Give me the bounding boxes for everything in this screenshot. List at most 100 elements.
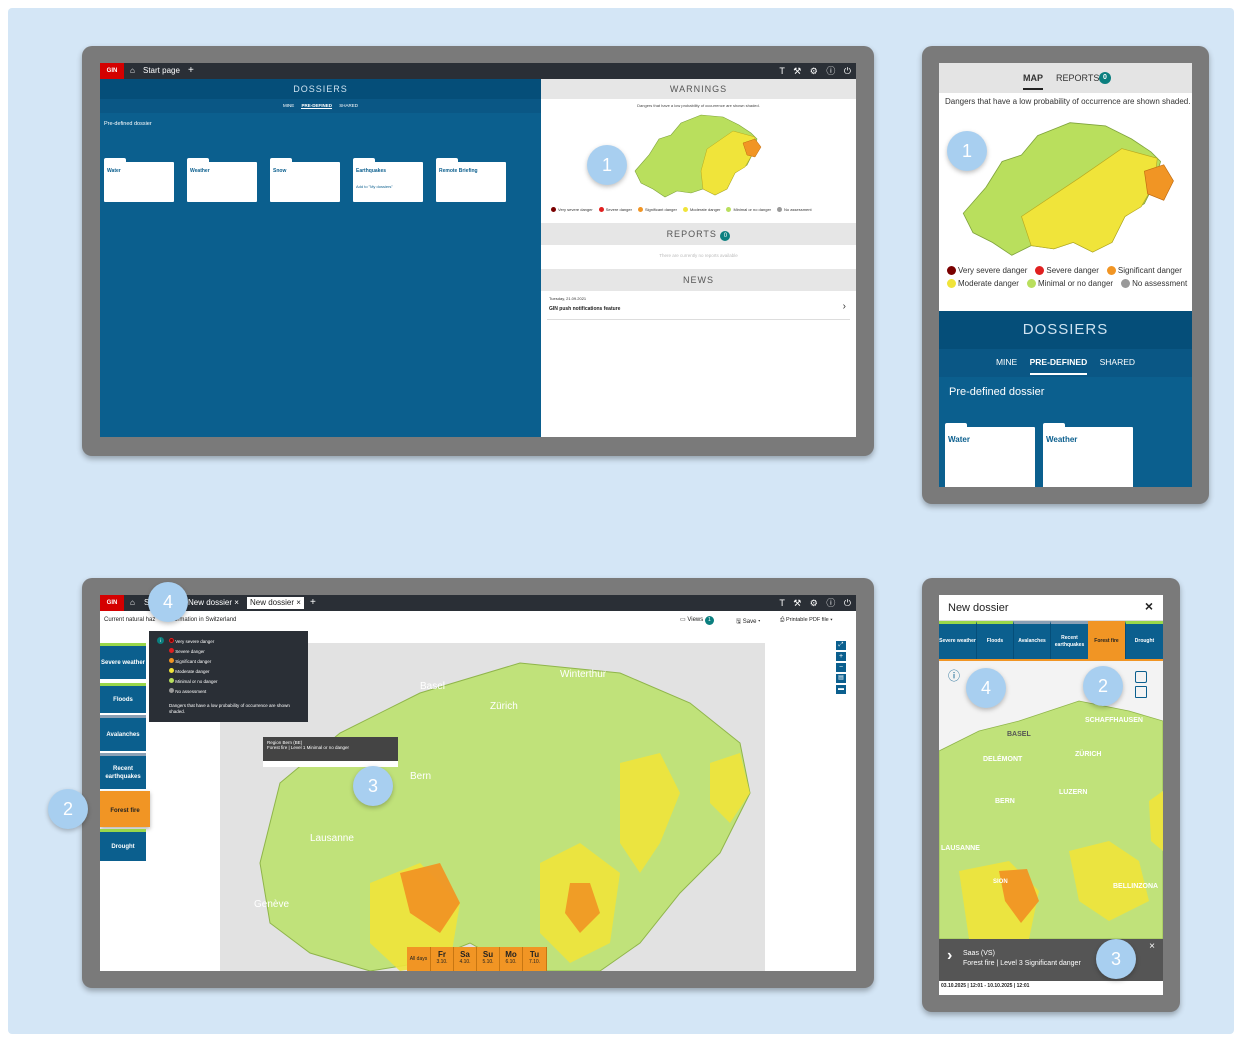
fullscreen-icon[interactable]: ⤢: [836, 641, 846, 650]
warnings-map[interactable]: [631, 109, 771, 203]
folder-label: Snow: [273, 168, 287, 174]
city-label: Zürich: [490, 701, 518, 712]
day-button[interactable]: Sa 4.10.: [454, 947, 477, 971]
callout-marker: 1: [587, 145, 627, 185]
warnings-map[interactable]: [955, 113, 1185, 265]
city-label: BASEL: [1007, 731, 1031, 738]
dossiers-panel: DOSSIERS MINE PRE-DEFINED SHARED Pre-def…: [100, 79, 541, 437]
city-label: ZÜRICH: [1075, 751, 1102, 758]
folder-snow[interactable]: Snow: [270, 158, 340, 202]
folder-water[interactable]: Water: [945, 423, 1035, 487]
locate-icon[interactable]: [1135, 671, 1147, 683]
category-severe-weather[interactable]: Severe weather: [100, 643, 146, 679]
folder-weather[interactable]: Weather: [187, 158, 257, 202]
tab-reports[interactable]: REPORTS: [1056, 73, 1099, 83]
legend-label: Significant danger: [1117, 266, 1182, 275]
day-button[interactable]: Mo 6.10.: [500, 947, 523, 971]
legend-item: Significant danger: [1106, 266, 1182, 275]
tab-map[interactable]: MAP: [1023, 73, 1043, 90]
mobile-header: New dossier ×: [939, 595, 1163, 621]
stage: GIN ⌂ Start page + T ⚒ ⚙ ⓘ ⏻ DOSSIERS MI…: [0, 0, 1242, 1040]
level-dot-icon: [947, 266, 956, 275]
add-to-my-dossiers-link[interactable]: Add to "My dossiers": [356, 184, 393, 189]
gin-logo[interactable]: GIN: [100, 595, 124, 611]
home-icon[interactable]: ⌂: [130, 65, 135, 77]
callout-marker: 1: [947, 131, 987, 171]
legend-list: Very severe danger Severe danger Signifi…: [169, 637, 218, 697]
category-forest-fire[interactable]: Forest fire: [100, 791, 150, 827]
news-chevron-icon[interactable]: ›: [843, 301, 846, 312]
day-date: 3.10.: [436, 959, 448, 965]
category-recent-earthquakes[interactable]: Recent earthquakes: [100, 753, 146, 789]
category-avalanches[interactable]: Avalanches: [1013, 621, 1050, 659]
level-dot-icon: [169, 688, 174, 693]
folder-water[interactable]: Water: [104, 158, 174, 202]
category-drought[interactable]: Drought: [100, 829, 146, 861]
dossier-tabs: MINE PRE-DEFINED SHARED: [939, 349, 1192, 377]
layers-icon[interactable]: ▤: [836, 674, 846, 683]
level-dot-icon: [726, 207, 732, 212]
day-all[interactable]: All days: [407, 947, 431, 971]
close-icon[interactable]: ×: [1149, 941, 1155, 952]
level-dot-icon: [1121, 279, 1131, 288]
gin-logo[interactable]: GIN: [100, 63, 124, 79]
tab-shared[interactable]: SHARED: [1100, 357, 1135, 367]
close-icon[interactable]: ×: [1145, 598, 1153, 614]
callout-marker: 2: [1083, 666, 1123, 706]
day-button[interactable]: Su 5.10.: [477, 947, 500, 971]
category-recent-earthquakes[interactable]: Recent earthquakes: [1050, 621, 1088, 659]
folder-weather[interactable]: Weather: [1043, 423, 1133, 487]
tab-pre-defined[interactable]: PRE-DEFINED: [301, 103, 332, 109]
folder-earthquakes[interactable]: Earthquakes Add to "My dossiers": [353, 158, 423, 202]
level-dot-icon: [551, 207, 556, 212]
day-button[interactable]: Fr 3.10.: [431, 947, 454, 971]
alert-chevron-icon[interactable]: ›: [947, 947, 952, 965]
save-button[interactable]: 🖫 Save ▾: [736, 617, 760, 627]
folder-remote-briefing[interactable]: Remote Briefing: [436, 158, 506, 202]
tab-new-dossier-active[interactable]: New dossier ×: [247, 597, 304, 609]
legend-label: Minimal or no danger: [1037, 279, 1114, 288]
news-item[interactable]: GIN push notifications feature: [549, 306, 620, 312]
tab-mine[interactable]: MINE: [283, 103, 294, 108]
views-button[interactable]: ▭ Views 1: [680, 616, 714, 625]
category-severe-weather[interactable]: Severe weather: [939, 621, 976, 659]
city-label: Basel: [420, 681, 446, 692]
category-forest-fire[interactable]: Forest fire: [1088, 621, 1125, 659]
info-icon[interactable]: i: [157, 637, 164, 644]
add-tab-button[interactable]: +: [310, 597, 316, 609]
toolbar-icons[interactable]: T ⚒ ⚙ ⓘ ⏻: [779, 596, 854, 609]
tab-mine[interactable]: MINE: [996, 357, 1017, 367]
pdf-button[interactable]: ⎙ Printable PDF file ▾: [780, 617, 833, 624]
legend-item: No assessment: [1121, 279, 1187, 288]
reports-header[interactable]: REPORTS 0: [541, 223, 856, 245]
warnings-note: Dangers that have a low probability of o…: [637, 103, 760, 108]
home-icon[interactable]: ⌂: [130, 597, 135, 609]
map-layers-icon[interactable]: [1135, 686, 1147, 698]
category-drought[interactable]: Drought: [1125, 621, 1163, 659]
category-avalanches[interactable]: Avalanches: [100, 715, 146, 751]
category-floods[interactable]: Floods: [100, 683, 146, 713]
tab-shared[interactable]: SHARED: [339, 103, 358, 108]
zoom-in-icon[interactable]: +: [836, 652, 846, 661]
subtitle-b: ormation in Switzerland: [174, 617, 237, 623]
folder-label: Remote Briefing: [439, 168, 478, 174]
zoom-out-icon[interactable]: −: [836, 663, 846, 672]
tab-start-page[interactable]: Start page: [143, 65, 180, 77]
tab-pre-defined[interactable]: PRE-DEFINED: [1029, 357, 1088, 375]
level-dot-icon: [1026, 279, 1036, 288]
folder-label: Weather: [190, 168, 210, 174]
tab-new-dossier[interactable]: New dossier ×: [188, 597, 239, 609]
add-tab-button[interactable]: +: [188, 65, 194, 77]
top-bar: GIN ⌂ S New dossier × New dossier × + T …: [100, 595, 856, 611]
category-floods[interactable]: Floods: [976, 621, 1013, 659]
reports-empty-text: There are currently no reports available: [659, 253, 738, 258]
toolbar-icons[interactable]: T ⚒ ⚙ ⓘ ⏻: [779, 64, 854, 77]
city-label: Bern: [410, 771, 432, 782]
period-text: 03.10.2025 | 12:01 - 10.10.2025 | 12:01: [941, 983, 1030, 989]
warnings-legend: Very severe danger Severe danger Signifi…: [947, 266, 1192, 288]
basemap-icon[interactable]: ▬: [836, 685, 846, 694]
info-icon[interactable]: ⓘ: [948, 667, 960, 684]
reports-title: REPORTS: [666, 229, 717, 239]
folder-label: Earthquakes: [356, 168, 387, 174]
day-button[interactable]: Tu 7.10.: [523, 947, 547, 971]
